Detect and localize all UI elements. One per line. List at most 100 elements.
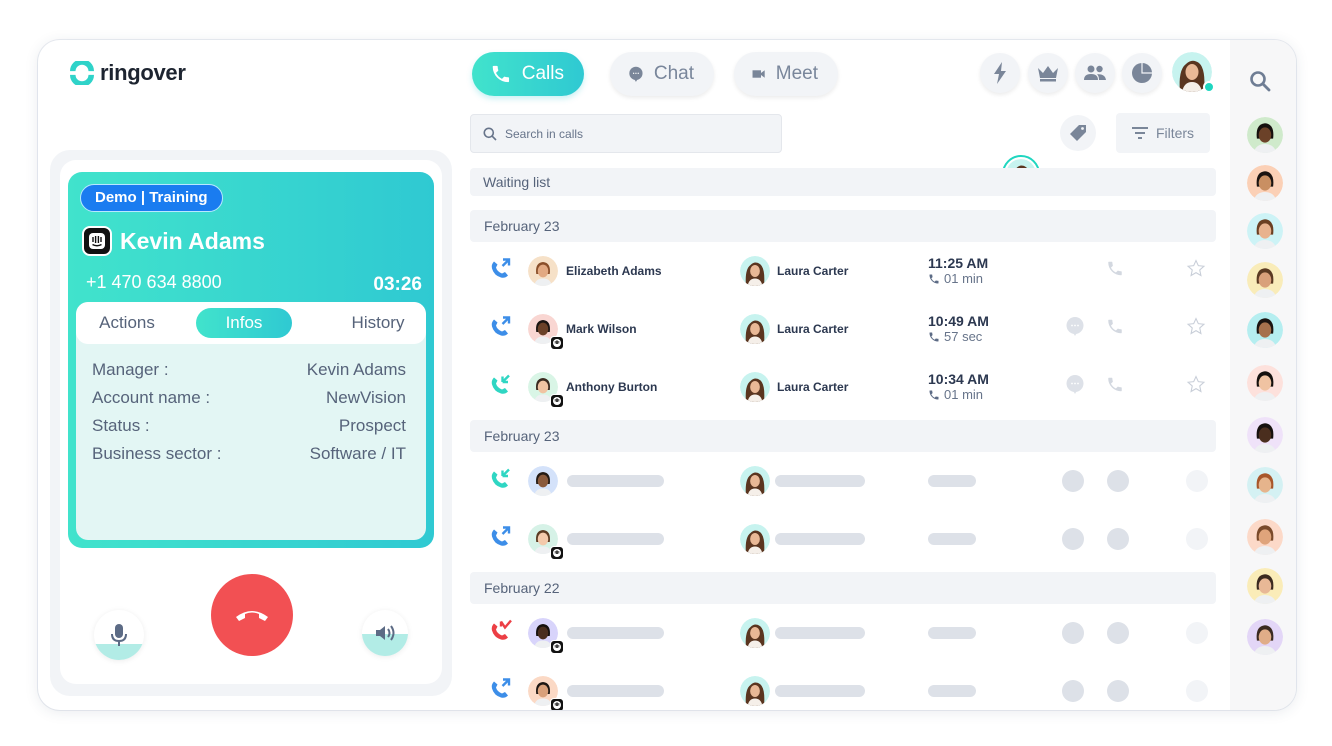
nav-tab-label: Calls [521,63,564,84]
ringover-logo-icon [70,61,94,85]
loading-placeholder [1062,680,1084,702]
message-icon[interactable] [1066,375,1084,400]
contact-avatar[interactable] [1247,467,1283,503]
intercom-icon [550,698,564,710]
outgoing-call-icon [490,316,512,343]
call-time: 10:49 AM [928,313,989,329]
analytics-button[interactable] [1122,53,1162,93]
call-time-block: 10:49 AM 57 sec [928,313,989,345]
contact-avatar[interactable] [1247,117,1283,153]
ringover-logo[interactable]: ringover [70,60,186,86]
intercom-icon [550,640,564,654]
loading-placeholder [567,685,664,697]
speaker-button[interactable] [362,610,408,656]
search-calls[interactable] [470,114,782,153]
caller-avatar[interactable] [528,618,564,654]
contact-tag-badge[interactable]: Demo | Training [80,184,223,212]
contact-avatar[interactable] [1247,165,1283,201]
tab-actions[interactable]: Actions [86,308,168,338]
contact-avatar[interactable] [1247,417,1283,453]
loading-placeholder [1186,528,1208,550]
call-back-icon[interactable] [1106,376,1124,399]
quick-actions-button[interactable] [980,53,1020,93]
nav-tab-meet[interactable]: Meet [734,52,838,96]
call-row[interactable] [470,604,1216,662]
agent-name: Laura Carter [777,264,849,278]
nav-tab-calls[interactable]: Calls [472,52,584,96]
info-label: Manager : [92,360,169,379]
tab-history[interactable]: History [338,308,418,338]
call-list: Waiting list February 23 Elizabeth Adams L… [470,168,1216,710]
agent-avatar [740,524,770,554]
call-time-block: 11:25 AM 01 min [928,255,988,287]
contact-card: Demo | Training Kevin Adams +1 470 634 8… [68,172,434,548]
caller-avatar[interactable] [528,524,564,560]
team-button[interactable] [1075,53,1115,93]
star-icon[interactable] [1186,259,1206,284]
missed-call-icon [490,619,512,647]
call-row[interactable] [470,510,1216,568]
contact-avatar[interactable] [1247,312,1283,348]
caller-avatar[interactable] [528,676,564,710]
contact-avatar[interactable] [1247,619,1283,655]
star-icon[interactable] [1186,375,1206,400]
waiting-list-header[interactable]: Waiting list [470,168,1216,196]
contact-avatar[interactable] [1247,519,1283,555]
search-input[interactable] [505,126,765,141]
pie-chart-icon [1132,63,1152,83]
user-profile-avatar[interactable] [1172,52,1215,93]
loading-placeholder [928,533,976,545]
loading-placeholder [1107,470,1129,492]
info-value: NewVision [325,388,406,407]
contact-avatar[interactable] [1247,213,1283,249]
caller-avatar[interactable] [528,372,564,408]
incoming-call-icon [490,374,512,401]
call-timer: 03:26 [373,274,422,295]
loading-placeholder [1062,622,1084,644]
call-row[interactable]: Anthony Burton Laura Carter 10:34 AM 01 min [470,358,1216,416]
contact-avatar[interactable] [1247,365,1283,401]
loading-placeholder [928,627,976,639]
loading-placeholder [1186,470,1208,492]
chat-bubble-icon [629,66,643,82]
loading-placeholder [1062,528,1084,550]
call-row[interactable]: Mark Wilson Laura Carter 10:49 AM 57 sec [470,300,1216,358]
mute-button[interactable] [94,610,144,660]
call-row[interactable] [470,662,1216,710]
caller-name[interactable]: Mark Wilson [566,322,637,336]
caller-avatar[interactable] [528,466,558,496]
phone-icon [929,390,939,400]
contact-avatar[interactable] [1247,568,1283,604]
caller-name[interactable]: Elizabeth Adams [566,264,662,278]
caller-name[interactable]: Anthony Burton [566,380,657,394]
info-value: Kevin Adams [306,360,406,379]
flash-icon [994,62,1006,84]
tab-infos[interactable]: Infos [196,308,292,338]
team-icon [1084,65,1106,80]
premium-button[interactable] [1028,53,1068,93]
nav-tab-chat[interactable]: Chat [610,52,714,96]
call-time: 10:34 AM [928,371,989,387]
filters-button[interactable]: Filters [1116,113,1210,153]
search-icon[interactable] [1249,70,1271,92]
call-back-icon[interactable] [1106,260,1124,283]
loading-placeholder [567,533,664,545]
call-back-icon[interactable] [1106,318,1124,341]
loading-placeholder [775,627,865,639]
info-value: Prospect [338,416,406,435]
message-icon[interactable] [1066,317,1084,342]
hang-up-button[interactable] [211,574,293,656]
loading-placeholder [1062,470,1084,492]
caller-avatar[interactable] [528,314,564,350]
call-row[interactable]: Elizabeth Adams Laura Carter 11:25 AM 01 mi… [470,242,1216,300]
caller-avatar[interactable] [528,256,558,286]
filter-icon [1131,127,1148,139]
call-row[interactable] [470,452,1216,510]
star-icon[interactable] [1186,317,1206,342]
contact-avatar[interactable] [1247,262,1283,298]
contact-name-row: Kevin Adams [82,226,265,256]
loading-placeholder [1186,680,1208,702]
tag-filter-button[interactable] [1060,115,1096,151]
current-call-panel: Demo | Training Kevin Adams +1 470 634 8… [50,150,452,696]
filters-label: Filters [1155,125,1195,141]
